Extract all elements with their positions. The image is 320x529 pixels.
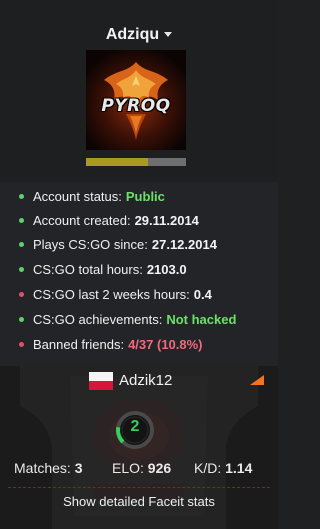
account-stats-list: Account status: Public Account created: 29… (0, 182, 278, 366)
faceit-kd: K/D: 1.14 (194, 460, 252, 476)
stat-banned-friends[interactable]: Banned friends: 4/37 (10.8%) (19, 335, 203, 355)
divider (8, 487, 270, 488)
matches-value: 3 (74, 460, 83, 476)
faceit-elo: ELO: 926 (112, 460, 171, 476)
avatar[interactable]: PYROQ (86, 50, 186, 150)
status-dot (19, 317, 24, 323)
stat-two-weeks-hours: CS:GO last 2 weeks hours: 0.4 (19, 285, 212, 305)
avatar-logo-text: PYROQ (101, 96, 171, 116)
stat-label: Plays CS:GO since: (33, 237, 148, 252)
stat-value: 27.12.2014 (151, 237, 217, 252)
kd-label: K/D: (194, 460, 222, 476)
faceit-matches: Matches: 3 (14, 460, 83, 476)
stat-value: Not hacked (166, 312, 237, 327)
stat-label: CS:GO total hours: (33, 262, 143, 277)
username: Adziqu (105, 26, 160, 43)
stat-label: Account status: (33, 189, 122, 204)
stat-account-created: Account created: 29.11.2014 (19, 211, 199, 231)
stat-label: Banned friends: (33, 337, 125, 352)
chevron-down-icon (164, 32, 173, 38)
status-dot (19, 194, 24, 200)
kd-value: 1.14 (225, 460, 253, 476)
status-dot (19, 292, 24, 298)
stat-plays-since: Plays CS:GO since: 27.12.2014 (19, 235, 217, 255)
status-dot (19, 342, 24, 348)
status-dot (19, 242, 24, 248)
faceit-corner-icon (250, 375, 264, 385)
steam-profile-panel: Adziqu PYROQ Account status: Public Accou… (0, 0, 278, 529)
stat-value[interactable]: 4/37 (10.8%) (128, 337, 202, 352)
stat-total-hours: CS:GO total hours: 2103.0 (19, 260, 187, 280)
status-dot (19, 218, 24, 224)
stat-value: Public (125, 189, 165, 204)
profile-header: Adziqu PYROQ (0, 0, 278, 182)
faceit-nickname[interactable]: Adzik12 (119, 372, 172, 389)
level-progress-fill (86, 158, 148, 166)
stat-value: 2103.0 (146, 262, 187, 277)
poland-flag-icon (89, 372, 113, 390)
username-dropdown[interactable]: Adziqu (0, 26, 278, 44)
stat-label: CS:GO achievements: (33, 312, 163, 327)
stat-account-status: Account status: Public (19, 187, 165, 207)
stat-achievements: CS:GO achievements: Not hacked (19, 310, 236, 330)
stat-value: 29.11.2014 (134, 213, 199, 228)
show-faceit-stats-button[interactable]: Show detailed Faceit stats (0, 489, 278, 515)
stat-value: 0.4 (193, 287, 212, 302)
stat-label: Account created: (33, 213, 131, 228)
faceit-level: 2 (130, 418, 140, 435)
level-progress-bar (86, 158, 186, 166)
status-dot (19, 267, 24, 273)
elo-label: ELO: (112, 460, 144, 476)
elo-value: 926 (147, 460, 172, 476)
stat-label: CS:GO last 2 weeks hours: (33, 287, 190, 302)
matches-label: Matches: (14, 460, 71, 476)
